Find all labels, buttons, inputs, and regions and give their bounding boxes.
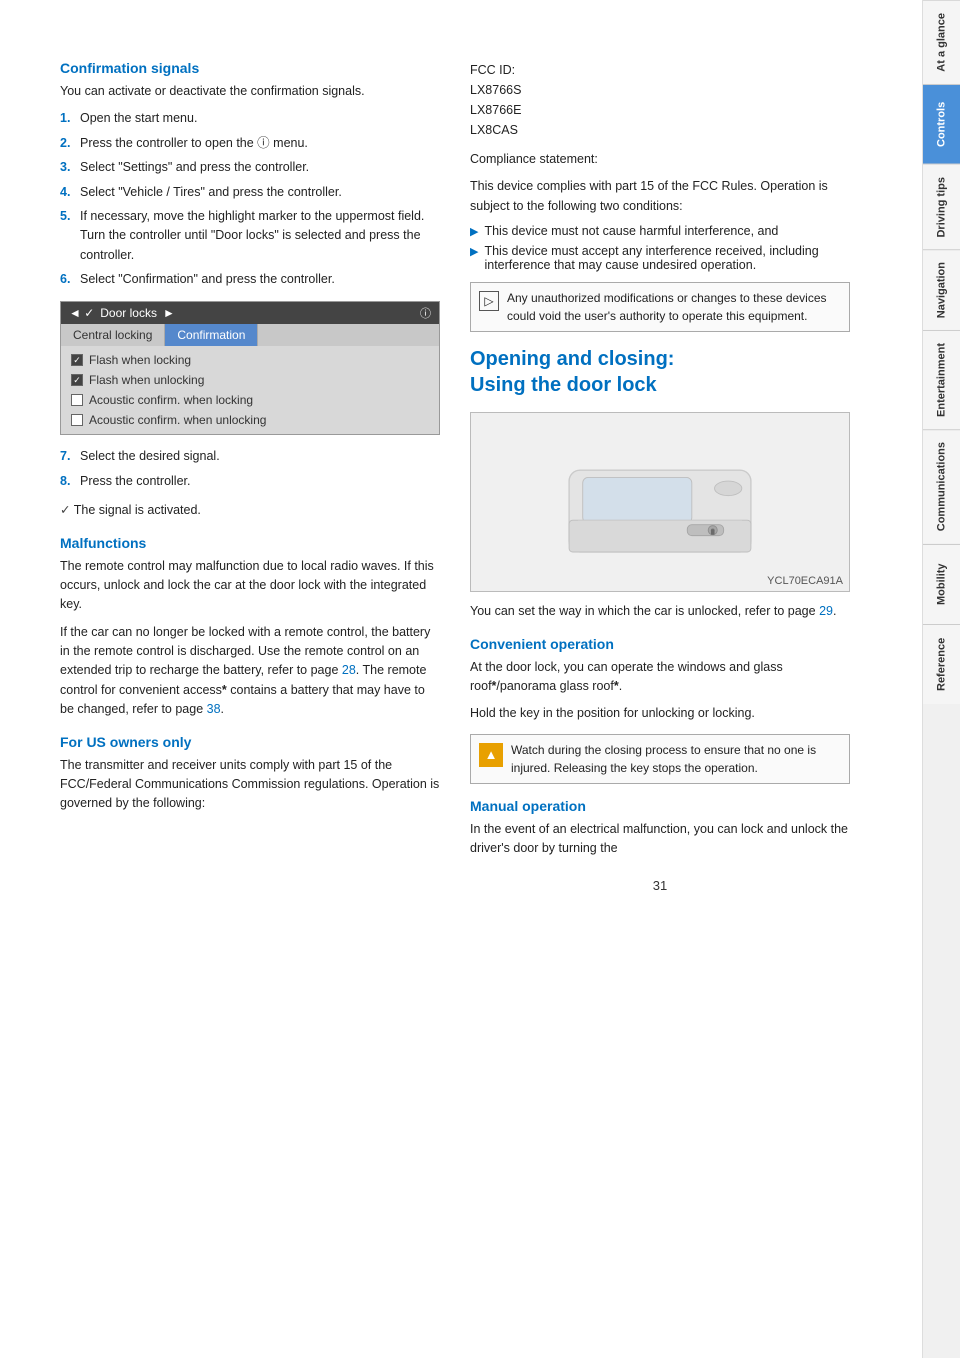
convenient-operation-para1: At the door lock, you can operate the wi… (470, 658, 850, 697)
step-8: 8. Press the controller. (60, 472, 440, 491)
caution-triangle-icon: ▲ (479, 743, 503, 767)
steps-list: 1. Open the start menu. 2. Press the con… (60, 109, 440, 289)
link-page29[interactable]: 29 (819, 604, 833, 618)
sidebar-tab-at-a-glance[interactable]: At a glance (923, 0, 960, 84)
malfunctions-heading: Malfunctions (60, 535, 440, 551)
car-door-image: YCL70ECA91A (470, 412, 850, 592)
car-door-svg (560, 432, 760, 572)
sidebar-tab-controls[interactable]: Controls (923, 84, 960, 164)
sidebar-tab-driving-tips[interactable]: Driving tips (923, 164, 960, 250)
steps-list-2: 7. Select the desired signal. 8. Press t… (60, 447, 440, 491)
arrow-icon-2: ▶ (470, 245, 478, 258)
option-flash-locking[interactable]: ✓ Flash when locking (61, 350, 439, 370)
option-acoustic-unlocking[interactable]: Acoustic confirm. when unlocking (61, 410, 439, 430)
convenient-operation-heading: Convenient operation (470, 636, 850, 652)
sidebar-tab-mobility[interactable]: Mobility (923, 544, 960, 624)
convenient-operation-para2: Hold the key in the position for unlocki… (470, 704, 850, 723)
link-page28[interactable]: 28 (342, 663, 356, 677)
page-number: 31 (470, 878, 850, 893)
step-6: 6. Select "Confirmation" and press the c… (60, 270, 440, 289)
manual-operation-para1: In the event of an electrical malfunctio… (470, 820, 850, 859)
opening-closing-body: You can set the way in which the car is … (470, 602, 850, 621)
for-us-owners-heading: For US owners only (60, 734, 440, 750)
tab-central-locking[interactable]: Central locking (61, 324, 165, 346)
arrow-icon-1: ▶ (470, 225, 478, 238)
door-locks-title: Door locks (100, 306, 157, 320)
sidebar-tab-navigation[interactable]: Navigation (923, 249, 960, 330)
option-acoustic-locking[interactable]: Acoustic confirm. when locking (61, 390, 439, 410)
compliance-heading: Compliance statement: (470, 150, 850, 169)
fcc-bullet-2: ▶ This device must accept any interferen… (470, 244, 850, 272)
fcc-bullet-1: ▶ This device must not cause harmful int… (470, 224, 850, 238)
fcc-warning-text: Any unauthorized modifications or change… (507, 289, 841, 325)
malfunctions-section: Malfunctions The remote control may malf… (60, 535, 440, 720)
confirmation-signals-intro: You can activate or deactivate the confi… (60, 82, 440, 101)
confirmation-signals-heading: Confirmation signals (60, 60, 440, 76)
step-3: 3. Select "Settings" and press the contr… (60, 158, 440, 177)
door-locks-ui: ◄ ✓ Door locks ► ⓘ Central locking Confi… (60, 301, 440, 435)
warning-play-icon: ▷ (479, 291, 499, 311)
tab-confirmation[interactable]: Confirmation (165, 324, 258, 346)
fcc-ids-block: FCC ID: LX8766S LX8766E LX8CAS (470, 60, 850, 140)
for-us-owners-section: For US owners only The transmitter and r… (60, 734, 440, 814)
step-5: 5. If necessary, move the highlight mark… (60, 207, 440, 265)
checkbox-flash-locking[interactable]: ✓ (71, 354, 83, 366)
option-flash-unlocking[interactable]: ✓ Flash when unlocking (61, 370, 439, 390)
sidebar: At a glance Controls Driving tips Naviga… (922, 0, 960, 1358)
step-1: 1. Open the start menu. (60, 109, 440, 128)
sidebar-tab-entertainment[interactable]: Entertainment (923, 330, 960, 429)
link-page38[interactable]: 38 (207, 702, 221, 716)
step-7: 7. Select the desired signal. (60, 447, 440, 466)
checkbox-flash-unlocking[interactable]: ✓ (71, 374, 83, 386)
checkbox-acoustic-locking[interactable] (71, 394, 83, 406)
compliance-text: This device complies with part 15 of the… (470, 177, 850, 216)
malfunctions-para1: The remote control may malfunction due t… (60, 557, 440, 615)
door-locks-options: ✓ Flash when locking ✓ Flash when unlock… (61, 346, 439, 434)
checkbox-acoustic-unlocking[interactable] (71, 414, 83, 426)
manual-operation-section: Manual operation In the event of an elec… (470, 798, 850, 859)
opening-closing-heading: Opening and closing:Using the door lock (470, 346, 850, 398)
convenient-operation-section: Convenient operation At the door lock, y… (470, 636, 850, 784)
malfunctions-para2: If the car can no longer be locked with … (60, 623, 440, 720)
checkmark-note: ✓ The signal is activated. (60, 501, 440, 520)
step-2: 2. Press the controller to open the ⓘ me… (60, 134, 440, 153)
door-locks-tabs: Central locking Confirmation (61, 324, 439, 346)
fcc-ids: FCC ID: LX8766S LX8766E LX8CAS (470, 60, 850, 140)
door-locks-header: ◄ ✓ Door locks ► ⓘ (61, 302, 439, 324)
step-4: 4. Select "Vehicle / Tires" and press th… (60, 183, 440, 202)
sidebar-tab-reference[interactable]: Reference (923, 624, 960, 704)
caution-text: Watch during the closing process to ensu… (511, 741, 841, 777)
fcc-warning-box: ▷ Any unauthorized modifications or chan… (470, 282, 850, 332)
caution-box: ▲ Watch during the closing process to en… (470, 734, 850, 784)
image-caption: YCL70ECA91A (767, 575, 843, 587)
for-us-owners-para1: The transmitter and receiver units compl… (60, 756, 440, 814)
sidebar-tab-communications[interactable]: Communications (923, 429, 960, 543)
manual-operation-heading: Manual operation (470, 798, 850, 814)
